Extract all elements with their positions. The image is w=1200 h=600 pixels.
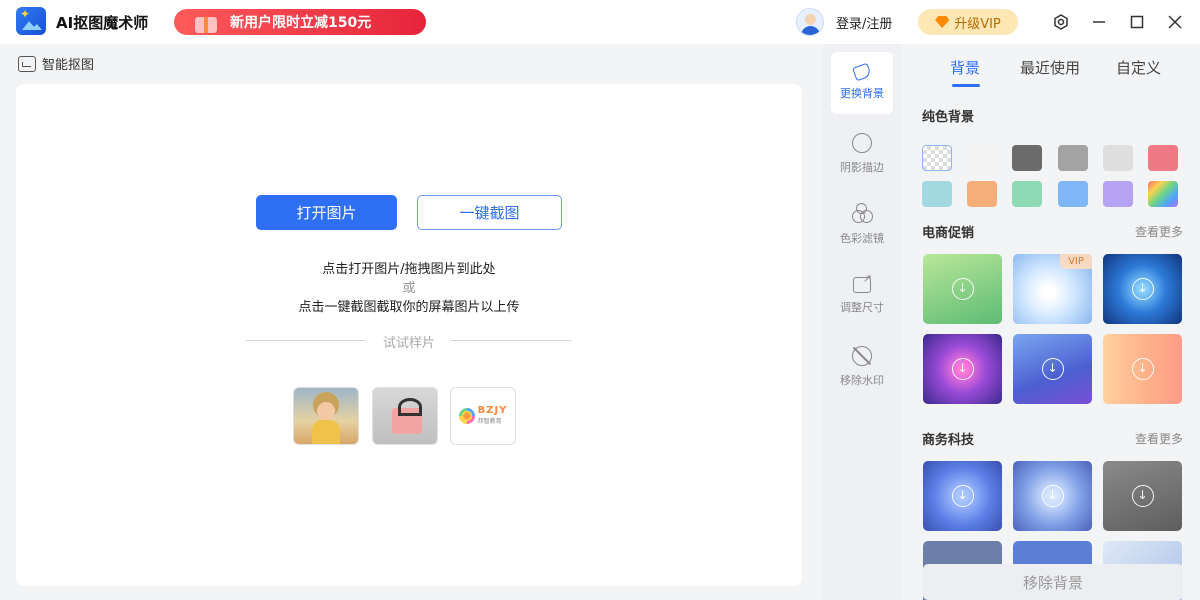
tool-color-filter[interactable]: 色彩滤镜 xyxy=(831,194,893,256)
tool-label: 阴影描边 xyxy=(840,161,884,174)
tool-label: 移除水印 xyxy=(840,374,884,387)
background-panel: 背景 最近使用 自定义 纯色背景 电商促销 查看更多 ↓ VIP ↓ ↓ ↓ ↓… xyxy=(903,44,1200,600)
minimize-icon[interactable] xyxy=(1089,12,1109,32)
sample-label: 试试样片 xyxy=(382,336,435,351)
upload-area[interactable]: 打开图片 一键截图 点击打开图片/拖拽图片到此处 或 点击一键截图截取你的屏幕图… xyxy=(16,84,802,586)
tool-sidebar: 更换背景 阴影描边 色彩滤镜 调整尺寸 移除水印 xyxy=(823,44,902,600)
sample-image-gift[interactable] xyxy=(372,387,438,445)
app-logo-icon xyxy=(16,7,46,35)
hint-line-2: 点击一键截图截取你的屏幕图片以上传 xyxy=(298,300,520,315)
tool-resize[interactable]: 调整尺寸 xyxy=(831,265,893,327)
download-icon: ↓ xyxy=(1131,485,1154,507)
sun-logo-icon xyxy=(458,408,475,424)
swatch-color[interactable] xyxy=(1012,145,1042,171)
promo-text: 新用户限时立减150元 xyxy=(230,15,372,31)
download-icon: ↓ xyxy=(1131,278,1154,300)
home-icon[interactable] xyxy=(18,55,36,72)
bg-thumbnail[interactable]: ↓ xyxy=(923,254,1002,324)
tab-background[interactable]: 背景 xyxy=(950,57,980,78)
tab-recent[interactable]: 最近使用 xyxy=(1020,57,1080,78)
settings-icon[interactable] xyxy=(1051,12,1071,32)
tool-change-background[interactable]: 更换背景 xyxy=(831,52,893,114)
remove-watermark-icon xyxy=(852,346,872,366)
gift-icon xyxy=(192,9,222,35)
screenshot-button[interactable]: 一键截图 xyxy=(417,195,562,230)
download-icon: ↓ xyxy=(1041,358,1064,380)
swatch-color[interactable] xyxy=(967,145,997,171)
swatch-color[interactable] xyxy=(1148,145,1178,171)
swatch-rainbow[interactable] xyxy=(1148,181,1178,207)
sample-image-logo[interactable]: BZJY 邦智教育 xyxy=(450,387,516,445)
swatch-color[interactable] xyxy=(1103,181,1133,207)
login-link[interactable]: 登录/注册 xyxy=(836,13,892,32)
tool-remove-watermark[interactable]: 移除水印 xyxy=(831,336,893,398)
download-icon: ↓ xyxy=(951,485,974,507)
business-tech-title: 商务科技 xyxy=(922,433,975,448)
remove-background-button[interactable]: 移除背景 xyxy=(923,564,1183,600)
resize-icon xyxy=(853,272,872,293)
bg-thumbnail[interactable]: ↓ xyxy=(923,334,1002,404)
tool-label: 更换背景 xyxy=(840,87,884,100)
paint-bucket-icon xyxy=(852,62,872,82)
bg-thumbnail[interactable]: VIP xyxy=(1013,254,1092,324)
tool-shadow-outline[interactable]: 阴影描边 xyxy=(831,123,893,185)
hint-line-1: 点击打开图片/拖拽图片到此处 xyxy=(322,262,496,277)
divider-right xyxy=(451,340,572,341)
solid-background-title: 纯色背景 xyxy=(922,110,975,125)
vip-label: 升级VIP xyxy=(954,16,1001,32)
close-icon[interactable] xyxy=(1165,12,1185,32)
sample-brand: BZJY 邦智教育 xyxy=(477,405,508,425)
tab-custom[interactable]: 自定义 xyxy=(1116,57,1161,78)
bg-thumbnail[interactable]: ↓ xyxy=(1103,461,1182,531)
hint-or: 或 xyxy=(402,281,416,296)
color-filter-icon xyxy=(852,203,873,224)
download-icon: ↓ xyxy=(951,278,974,300)
download-icon: ↓ xyxy=(951,358,974,380)
bg-thumbnail[interactable]: ↓ xyxy=(1103,334,1182,404)
download-icon: ↓ xyxy=(1041,485,1064,507)
ecommerce-title: 电商促销 xyxy=(922,226,975,241)
active-tab-indicator xyxy=(952,84,980,87)
maximize-icon[interactable] xyxy=(1127,12,1147,32)
promo-banner[interactable]: 新用户限时立减150元 xyxy=(174,9,426,35)
swatch-color[interactable] xyxy=(1012,181,1042,207)
download-icon: ↓ xyxy=(1131,358,1154,380)
bg-thumbnail[interactable]: ↓ xyxy=(1103,254,1182,324)
divider-left xyxy=(246,340,366,341)
open-image-button[interactable]: 打开图片 xyxy=(256,195,397,230)
tool-label: 调整尺寸 xyxy=(840,301,884,314)
swatch-color[interactable] xyxy=(922,181,952,207)
breadcrumb: 智能抠图 xyxy=(18,54,94,73)
swatch-color[interactable] xyxy=(1058,181,1088,207)
upgrade-vip-button[interactable]: 升级VIP xyxy=(918,9,1018,35)
swatch-transparent[interactable] xyxy=(922,145,952,171)
diamond-icon xyxy=(935,16,950,28)
title-bar: AI抠图魔术师 新用户限时立减150元 登录/注册 升级VIP xyxy=(0,0,1200,44)
shadow-icon xyxy=(852,133,872,153)
sample-image-portrait[interactable] xyxy=(293,387,359,445)
swatch-color[interactable] xyxy=(1058,145,1088,171)
swatch-color[interactable] xyxy=(967,181,997,207)
vip-tag: VIP xyxy=(1060,254,1092,269)
business-more-link[interactable]: 查看更多 xyxy=(1135,430,1183,447)
app-title: AI抠图魔术师 xyxy=(56,14,149,32)
ecommerce-more-link[interactable]: 查看更多 xyxy=(1135,223,1183,240)
tool-label: 色彩滤镜 xyxy=(840,232,884,245)
swatch-color[interactable] xyxy=(1103,145,1133,171)
breadcrumb-label: 智能抠图 xyxy=(42,58,95,73)
avatar[interactable] xyxy=(796,8,824,36)
bg-thumbnail[interactable]: ↓ xyxy=(923,461,1002,531)
bg-thumbnail[interactable]: ↓ xyxy=(1013,334,1092,404)
bg-thumbnail[interactable]: ↓ xyxy=(1013,461,1092,531)
